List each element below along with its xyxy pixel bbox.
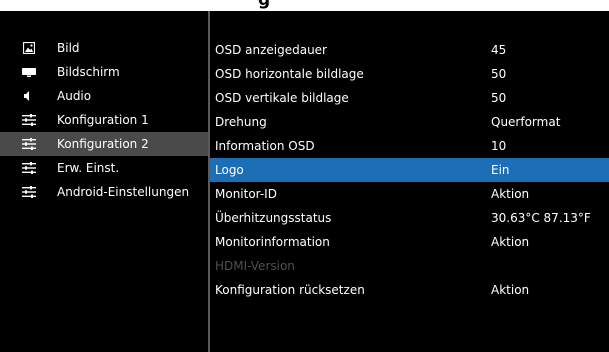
setting-value: 50 (491, 91, 507, 105)
setting-label: OSD horizontale bildlage (215, 67, 364, 81)
setting-konfiguration-ruecksetzen[interactable]: Konfiguration rücksetzen Aktion (210, 278, 609, 302)
sidebar-item-label: Bildschirm (57, 65, 120, 79)
sidebar-item-android-einstellungen[interactable]: Android-Einstellungen (0, 180, 208, 204)
setting-value: Querformat (491, 115, 561, 129)
sidebar-item-label: Erw. Einst. (57, 161, 120, 175)
sidebar-item-audio[interactable]: Audio (0, 84, 208, 108)
setting-value: Aktion (491, 283, 530, 297)
setting-osd-horizontale-bildlage[interactable]: OSD horizontale bildlage 50 (210, 62, 609, 86)
sidebar-item-bild[interactable]: Bild (0, 36, 208, 60)
sidebar-item-label: Audio (57, 89, 92, 103)
setting-value: 45 (491, 43, 507, 57)
sliders-icon (22, 185, 36, 199)
sidebar-item-label: Konfiguration 1 (57, 113, 149, 127)
setting-monitor-id[interactable]: Monitor-ID Aktion (210, 182, 609, 206)
setting-label: Drehung (215, 115, 267, 129)
sidebar-item-konfiguration-2[interactable]: Konfiguration 2 (0, 132, 208, 156)
speaker-icon (22, 89, 36, 103)
settings-list: OSD anzeigedauer 45 OSD horizontale bild… (210, 38, 609, 302)
sliders-icon (22, 113, 36, 127)
osd-menu: Bild Bildschirm Audio Konfiguration 1 Ko… (0, 11, 609, 352)
sidebar-item-label: Bild (57, 41, 80, 55)
sidebar-item-bildschirm[interactable]: Bildschirm (0, 60, 208, 84)
setting-value: 30.63°C 87.13°F (491, 211, 591, 225)
setting-label: Monitorinformation (215, 235, 330, 249)
setting-drehung[interactable]: Drehung Querformat (210, 110, 609, 134)
sliders-icon (22, 161, 36, 175)
setting-monitorinformation[interactable]: Monitorinformation Aktion (210, 230, 609, 254)
setting-logo[interactable]: Logo Ein (210, 158, 609, 182)
setting-value: Aktion (491, 187, 530, 201)
setting-label: Überhitzungsstatus (215, 211, 332, 225)
sidebar: Bild Bildschirm Audio Konfiguration 1 Ko… (0, 36, 208, 204)
setting-value: 50 (491, 67, 507, 81)
setting-label: Monitor-ID (215, 187, 277, 201)
setting-label: HDMI-Version (215, 259, 295, 273)
setting-hdmi-version: HDMI-Version (210, 254, 609, 278)
setting-value: Aktion (491, 235, 530, 249)
setting-label: Logo (215, 163, 244, 177)
setting-value: Ein (491, 163, 510, 177)
setting-osd-vertikale-bildlage[interactable]: OSD vertikale bildlage 50 (210, 86, 609, 110)
setting-label: Konfiguration rücksetzen (215, 283, 365, 297)
title-bar: g (0, 0, 609, 11)
sidebar-item-label: Konfiguration 2 (57, 137, 149, 151)
picture-icon (22, 41, 36, 55)
setting-label: Information OSD (215, 139, 315, 153)
setting-information-osd[interactable]: Information OSD 10 (210, 134, 609, 158)
sliders-icon (22, 137, 36, 151)
display-icon (22, 65, 36, 79)
setting-label: OSD vertikale bildlage (215, 91, 349, 105)
sidebar-item-konfiguration-1[interactable]: Konfiguration 1 (0, 108, 208, 132)
sidebar-item-erw-einst[interactable]: Erw. Einst. (0, 156, 208, 180)
setting-ueberhitzungsstatus[interactable]: Überhitzungsstatus 30.63°C 87.13°F (210, 206, 609, 230)
sidebar-item-label: Android-Einstellungen (57, 185, 190, 199)
setting-label: OSD anzeigedauer (215, 43, 327, 57)
setting-osd-anzeigedauer[interactable]: OSD anzeigedauer 45 (210, 38, 609, 62)
setting-value: 10 (491, 139, 507, 153)
title-fragment: g (258, 0, 271, 10)
